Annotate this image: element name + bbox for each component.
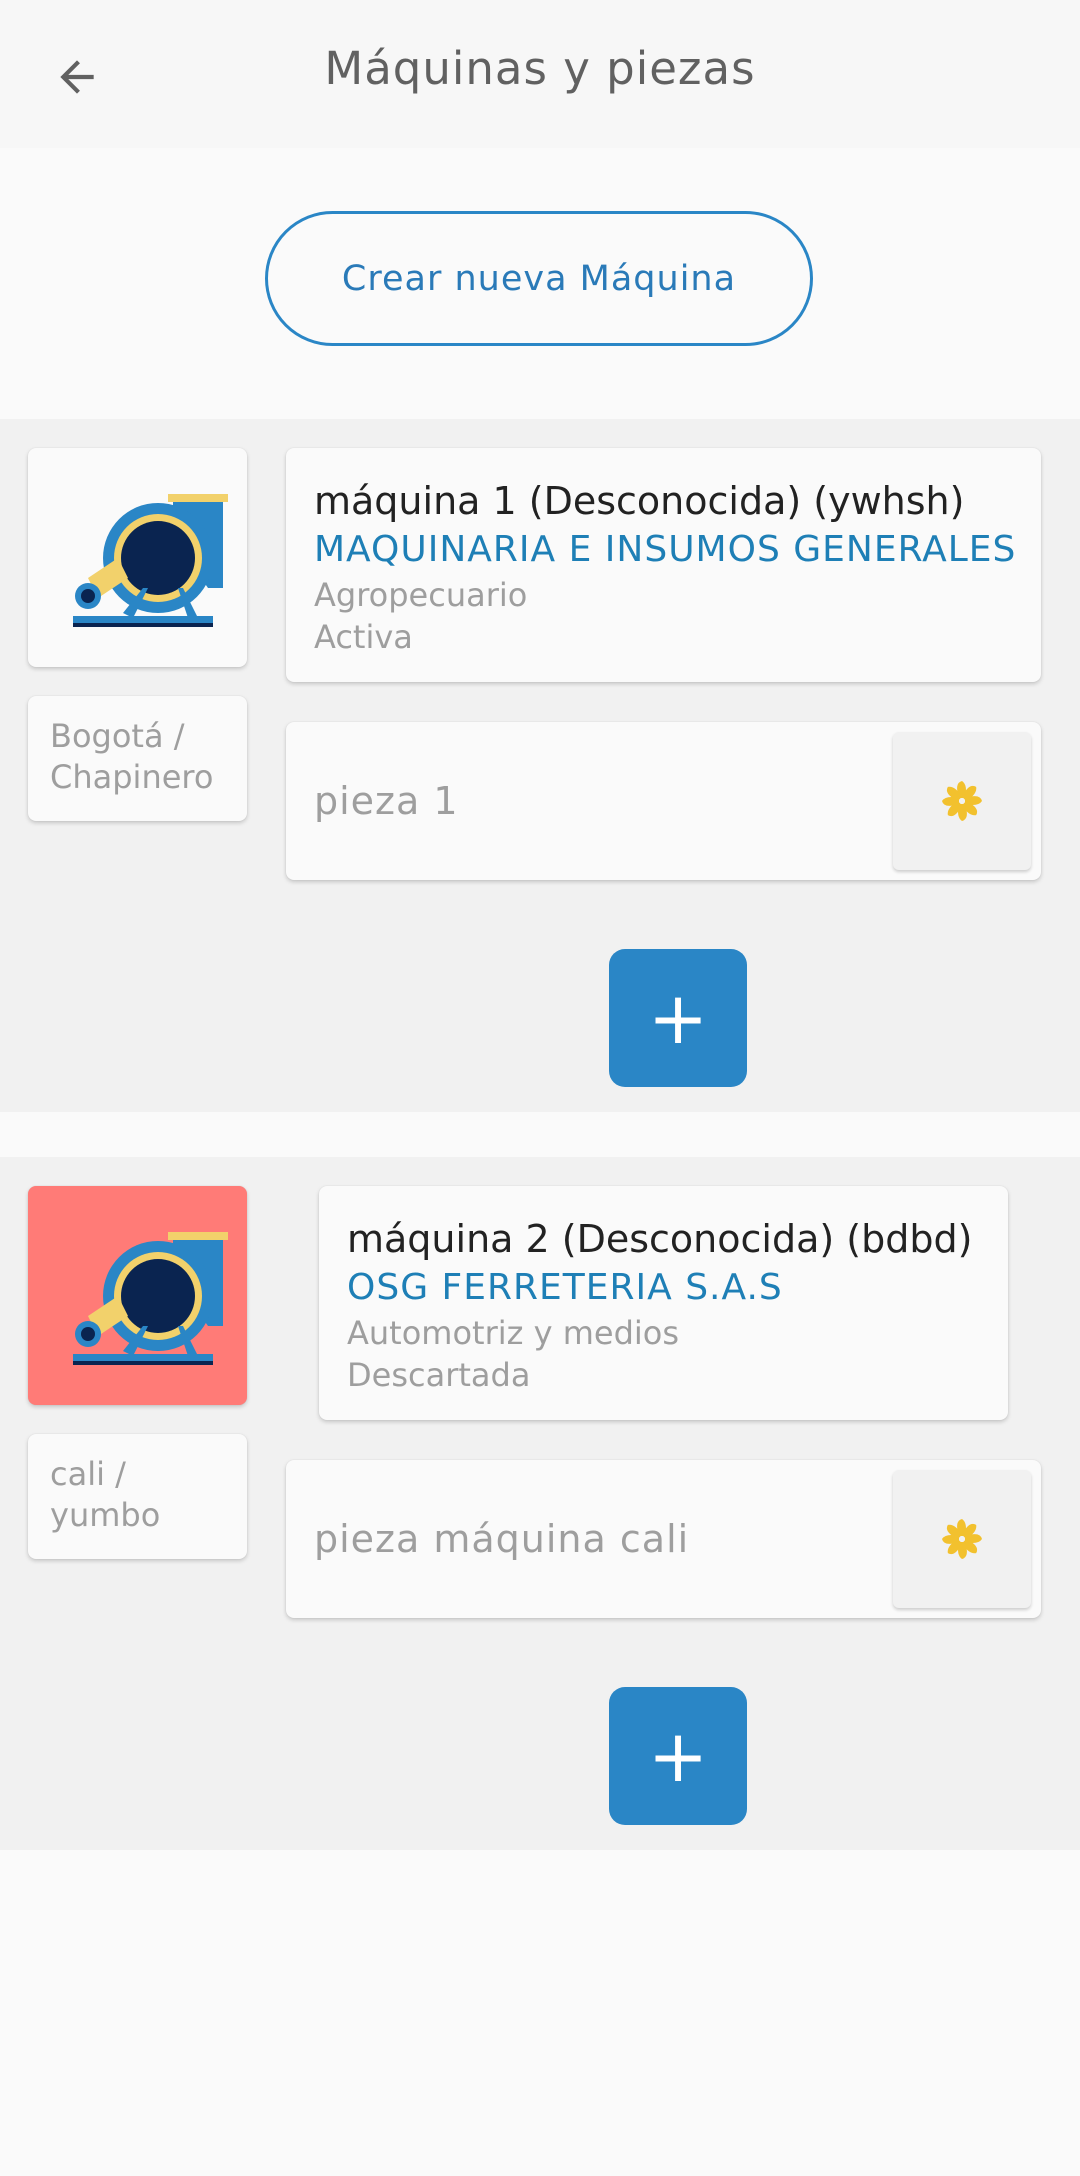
machine-status: Descartada: [347, 1356, 531, 1394]
location-zone: yumbo: [50, 1496, 161, 1534]
machine-company: OSG FERRETERIA S.A.S: [347, 1267, 783, 1308]
create-machine-button[interactable]: Crear nueva Máquina: [265, 211, 813, 346]
machine-company: MAQUINARIA E INSUMOS GENERALES: [314, 529, 1017, 570]
page-title: Máquinas y piezas: [324, 42, 756, 95]
location-zone: Chapinero: [50, 758, 214, 796]
piece-action-button[interactable]: [893, 732, 1031, 870]
industrial-fan-icon: [72, 1231, 228, 1365]
spinner-icon: [942, 1519, 982, 1559]
location-city: Bogotá /: [50, 717, 185, 755]
machine-image[interactable]: [28, 1186, 247, 1405]
location-card: Bogotá / Chapinero: [28, 696, 247, 821]
piece-label: pieza 1: [314, 779, 459, 823]
machine-status: Activa: [314, 618, 413, 656]
machine-sector: Automotriz y medios: [347, 1314, 680, 1352]
location-city: cali /: [50, 1455, 126, 1493]
location-card: cali / yumbo: [28, 1434, 247, 1559]
machine-title: máquina 1 (Desconocida) (ywhsh): [314, 479, 965, 523]
piece-label: pieza máquina cali: [314, 1517, 690, 1561]
machine-image[interactable]: [28, 448, 247, 667]
machine-info-card[interactable]: máquina 2 (Desconocida) (bdbd) OSG FERRE…: [319, 1186, 1008, 1420]
machine-section: cali / yumbo máquina 2 (Desconocida) (bd…: [0, 1157, 1080, 1850]
machine-info-card[interactable]: máquina 1 (Desconocida) (ywhsh) MAQUINAR…: [286, 448, 1041, 682]
machine-title: máquina 2 (Desconocida) (bdbd): [347, 1217, 973, 1261]
add-piece-button[interactable]: +: [609, 949, 747, 1087]
piece-action-button[interactable]: [893, 1470, 1031, 1608]
spinner-icon: [942, 781, 982, 821]
piece-item[interactable]: pieza 1: [286, 722, 1041, 880]
machine-section: Bogotá / Chapinero máquina 1 (Desconocid…: [0, 419, 1080, 1112]
machine-sector: Agropecuario: [314, 576, 528, 614]
piece-item[interactable]: pieza máquina cali: [286, 1460, 1041, 1618]
industrial-fan-icon: [72, 493, 228, 627]
app-bar: Máquinas y piezas: [0, 0, 1080, 148]
add-piece-button[interactable]: +: [609, 1687, 747, 1825]
